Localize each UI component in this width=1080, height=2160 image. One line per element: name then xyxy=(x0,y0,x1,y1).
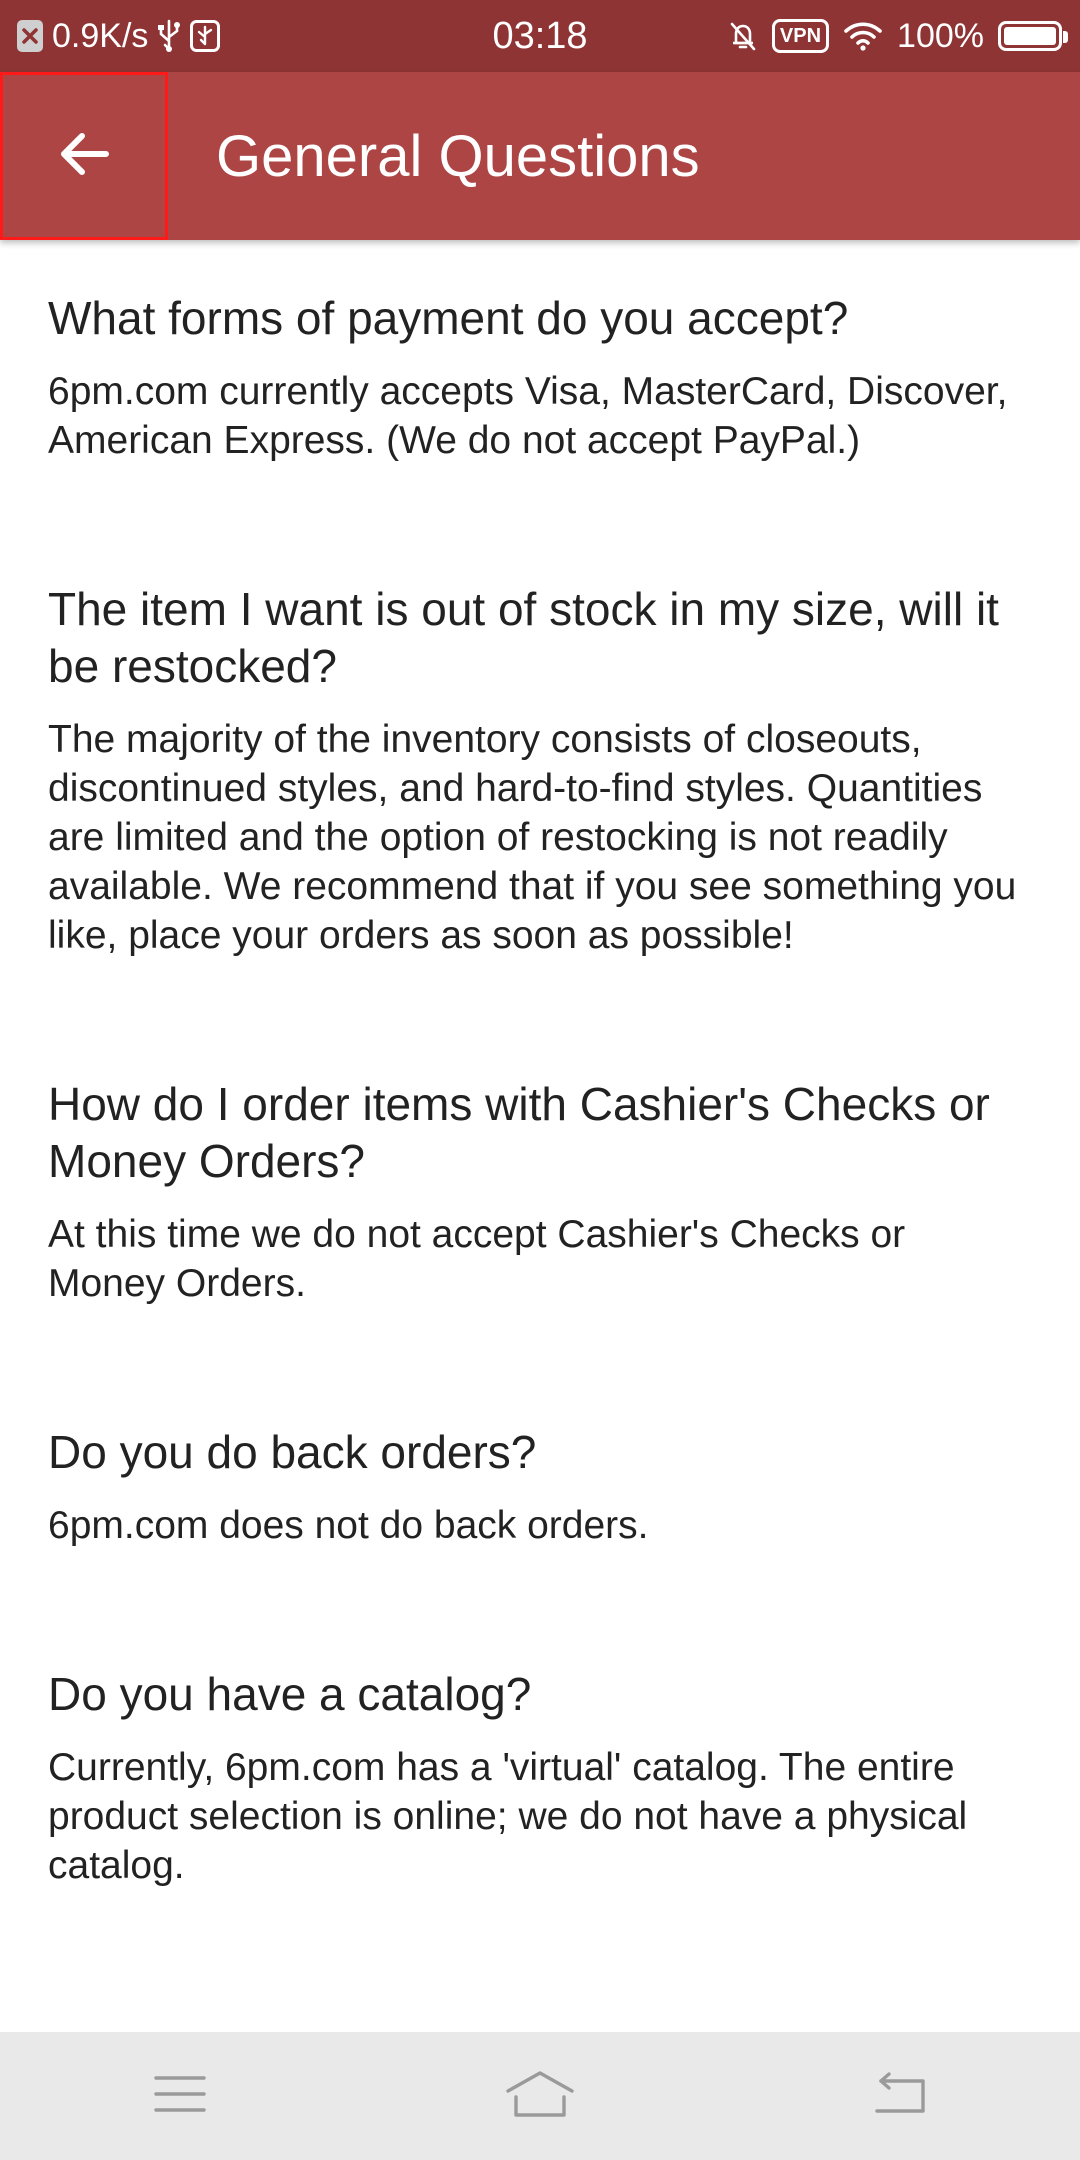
battery-percent: 100% xyxy=(897,16,984,55)
mute-icon xyxy=(728,20,758,52)
menu-button[interactable] xyxy=(100,2046,260,2146)
faq-question: Do you do back orders? xyxy=(48,1426,537,1478)
battery-icon xyxy=(998,21,1068,51)
back-nav-icon xyxy=(871,2071,929,2122)
faq-question: The item I want is out of stock in my si… xyxy=(48,583,999,692)
status-bar: 0.9K/s 03:18 VPN 100% xyxy=(0,0,1080,72)
battery-fill xyxy=(1004,27,1056,45)
back-nav-button[interactable] xyxy=(820,2046,980,2146)
faq-answer: 6pm.com currently accepts Visa, MasterCa… xyxy=(48,370,1008,462)
back-button[interactable] xyxy=(0,72,168,240)
vpn-icon: VPN xyxy=(771,19,830,53)
faq-item: How do I order items with Cashier's Chec… xyxy=(48,1076,1032,1308)
page-title: General Questions xyxy=(216,123,700,189)
faq-list: What forms of payment do you accept? 6pm… xyxy=(0,240,1080,1890)
faq-question: What forms of payment do you accept? xyxy=(48,292,849,344)
home-icon xyxy=(504,2069,576,2124)
wifi-icon xyxy=(843,20,883,52)
arrow-back-icon xyxy=(56,126,112,187)
faq-answer: 6pm.com does not do back orders. xyxy=(48,1504,649,1547)
faq-answer: At this time we do not accept Cashier's … xyxy=(48,1213,906,1305)
faq-item: What forms of payment do you accept? 6pm… xyxy=(48,290,1032,465)
faq-item: The item I want is out of stock in my si… xyxy=(48,581,1032,960)
system-nav-bar xyxy=(0,2032,1080,2160)
faq-answer: The majority of the inventory consists o… xyxy=(48,718,1017,957)
screen: 0.9K/s 03:18 VPN 100% General Questions … xyxy=(0,0,1080,2160)
faq-content[interactable]: What forms of payment do you accept? 6pm… xyxy=(0,240,1080,2032)
faq-question: Do you have a catalog? xyxy=(48,1668,532,1720)
status-right: VPN 100% xyxy=(728,0,1068,72)
faq-item: Do you do back orders? 6pm.com does not … xyxy=(48,1424,1032,1550)
faq-answer: Currently, 6pm.com has a 'virtual' catal… xyxy=(48,1746,968,1887)
faq-item: Do you have a catalog? Currently, 6pm.co… xyxy=(48,1666,1032,1890)
faq-question: How do I order items with Cashier's Chec… xyxy=(48,1078,990,1187)
app-bar: General Questions xyxy=(0,72,1080,240)
home-button[interactable] xyxy=(460,2046,620,2146)
menu-icon xyxy=(152,2072,208,2121)
